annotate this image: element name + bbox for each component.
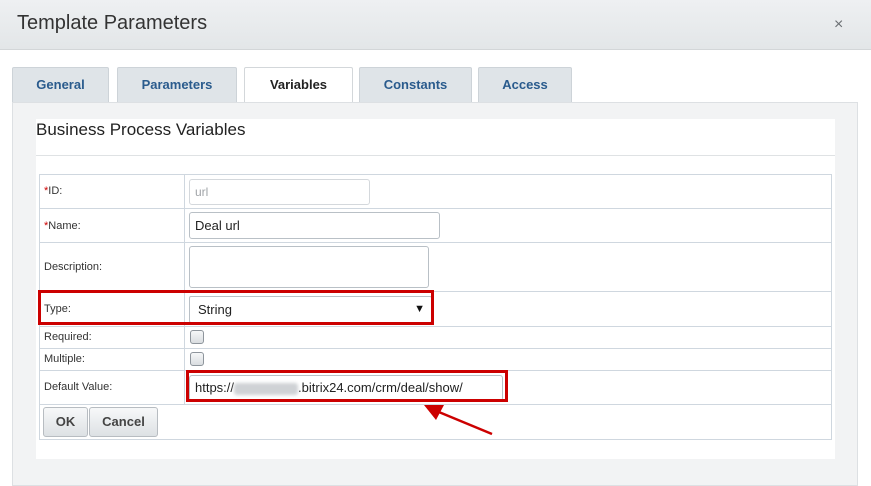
description-label-text: Description: [44, 261, 103, 273]
id-input: url [189, 179, 370, 205]
description-textarea[interactable] [189, 246, 429, 288]
cancel-button[interactable]: Cancel [89, 407, 158, 437]
name-label-text: Name: [48, 220, 81, 232]
template-parameters-dialog: Template Parameters × General Parameters… [0, 0, 871, 486]
multiple-label-text: Multiple: [44, 353, 85, 365]
required-label: Required: [40, 327, 185, 348]
default-value-label: Default Value: [40, 371, 185, 404]
required-checkbox[interactable] [190, 330, 204, 344]
dialog-title: Template Parameters [17, 12, 208, 34]
type-highlight-box [38, 290, 434, 325]
tab-access[interactable]: Access [478, 67, 572, 103]
required-label-text: Required: [44, 331, 92, 343]
form-row-id: *ID: url [40, 175, 831, 209]
form-row-multiple: Multiple: [40, 349, 831, 371]
multiple-checkbox[interactable] [190, 352, 204, 366]
section-heading: Business Process Variables [36, 119, 835, 156]
red-arrow-icon [424, 405, 493, 436]
default-value-label-text: Default Value: [44, 381, 113, 393]
form-row-description: Description: [40, 243, 831, 292]
id-label: *ID: [40, 175, 185, 208]
description-label: Description: [40, 243, 185, 291]
name-input[interactable]: Deal url [189, 212, 440, 239]
tab-general[interactable]: General [12, 67, 109, 103]
ok-button[interactable]: OK [43, 407, 88, 437]
multiple-label: Multiple: [40, 349, 185, 370]
close-icon[interactable]: × [834, 16, 843, 34]
tab-constants[interactable]: Constants [359, 67, 472, 103]
tab-variables[interactable]: Variables [244, 67, 353, 104]
form-row-name: *Name: Deal url [40, 209, 831, 243]
tab-parameters[interactable]: Parameters [117, 67, 237, 103]
form-row-required: Required: [40, 327, 831, 349]
id-label-text: ID: [48, 185, 63, 197]
name-label: *Name: [40, 209, 185, 242]
dialog-titlebar: Template Parameters × [0, 0, 871, 50]
